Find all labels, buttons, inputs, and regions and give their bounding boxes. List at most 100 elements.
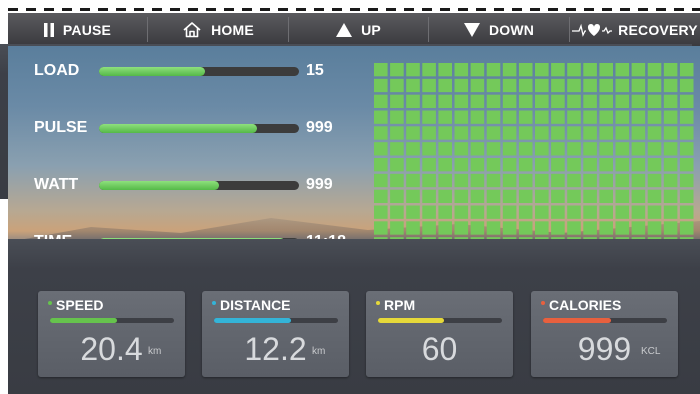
matrix-cell: [615, 126, 630, 140]
matrix-cell: [422, 221, 436, 235]
metric-unit: KCL: [641, 346, 661, 357]
workout-screen: LOAD 15 PULSE 999 WATT 999 TIME 11:18 SP…: [8, 46, 700, 394]
matrix-cell: [647, 221, 662, 235]
matrix-cell: [422, 126, 436, 140]
up-button[interactable]: UP: [289, 13, 428, 46]
matrix-cell: [599, 142, 613, 156]
matrix-cell: [374, 94, 388, 108]
matrix-cell: [470, 205, 485, 219]
matrix-cell: [502, 126, 517, 140]
matrix-cell: [406, 189, 420, 203]
matrix-cell: [535, 142, 549, 156]
home-label: HOME: [211, 21, 254, 38]
matrix-cell: [502, 110, 517, 124]
matrix-cell: [535, 173, 549, 188]
stat-value: 999: [306, 119, 333, 136]
matrix-cell: [663, 173, 678, 188]
matrix-cell: [583, 78, 597, 93]
stat-bar-fill: [99, 124, 257, 133]
matrix-cell: [551, 142, 565, 156]
pause-icon: [43, 22, 54, 37]
matrix-cell: [518, 63, 533, 77]
stat-bar-fill: [99, 67, 205, 76]
metric-label: CALORIES: [549, 297, 622, 313]
matrix-cell: [647, 78, 662, 93]
stat-value: 15: [306, 62, 324, 79]
matrix-cell: [615, 94, 630, 108]
stat-row-pulse: PULSE 999: [8, 116, 368, 140]
matrix-cell: [374, 78, 388, 93]
matrix-cell: [502, 205, 517, 219]
stat-value: 999: [306, 176, 333, 193]
metric-dot: [541, 301, 545, 305]
home-button[interactable]: HOME: [148, 13, 288, 46]
metric-unit: km: [312, 346, 326, 357]
recovery-button[interactable]: RECOVERY: [570, 13, 700, 46]
matrix-cell: [486, 78, 501, 93]
matrix-cell: [647, 142, 662, 156]
matrix-cell: [470, 158, 485, 172]
metric-label: DISTANCE: [220, 297, 291, 313]
matrix-cell: [567, 158, 581, 172]
matrix-cell: [679, 189, 694, 203]
matrix-cell: [374, 110, 388, 124]
matrix-cell: [647, 173, 662, 188]
metric-bar-fill: [378, 318, 444, 323]
matrix-cell: [631, 158, 646, 172]
metrics-panel: SPEED 20.4 km DISTANCE 12.2 km RPM 60 CA…: [8, 239, 700, 394]
matrix-cell: [470, 142, 485, 156]
stat-bar: [99, 181, 299, 190]
matrix-cell: [486, 205, 501, 219]
matrix-cell: [422, 205, 436, 219]
matrix-cell: [422, 94, 436, 108]
matrix-cell: [374, 173, 388, 188]
matrix-cell: [535, 158, 549, 172]
matrix-cell: [390, 158, 404, 172]
metric-bar: [378, 318, 502, 323]
matrix-cell: [406, 221, 420, 235]
matrix-cell: [535, 189, 549, 203]
matrix-cell: [422, 173, 436, 188]
down-button[interactable]: DOWN: [429, 13, 569, 46]
matrix-cell: [390, 78, 404, 93]
matrix-cell: [502, 173, 517, 188]
matrix-cell: [631, 94, 646, 108]
matrix-cell: [438, 63, 452, 77]
matrix-cell: [454, 110, 469, 124]
recovery-label: RECOVERY: [618, 21, 698, 38]
matrix-cell: [679, 63, 694, 77]
matrix-cell: [518, 205, 533, 219]
matrix-cell: [470, 110, 485, 124]
matrix-cell: [502, 221, 517, 235]
stat-label: LOAD: [34, 62, 80, 79]
stat-label: WATT: [34, 176, 79, 193]
heart-pulse-icon: [572, 23, 613, 37]
matrix-cell: [663, 189, 678, 203]
matrix-cell: [486, 63, 501, 77]
matrix-cell: [567, 189, 581, 203]
matrix-cell: [518, 78, 533, 93]
matrix-cell: [518, 94, 533, 108]
pause-button[interactable]: PAUSE: [8, 13, 147, 46]
matrix-cell: [551, 205, 565, 219]
matrix-cell: [518, 221, 533, 235]
matrix-cell: [390, 142, 404, 156]
matrix-cell: [470, 94, 485, 108]
matrix-cell: [663, 158, 678, 172]
matrix-cell: [583, 63, 597, 77]
up-arrow-icon: [336, 22, 353, 37]
matrix-cell: [454, 205, 469, 219]
matrix-cell: [535, 205, 549, 219]
matrix-cell: [679, 142, 694, 156]
matrix-cell: [647, 158, 662, 172]
matrix-cell: [551, 63, 565, 77]
matrix-cell: [631, 205, 646, 219]
matrix-cell: [567, 126, 581, 140]
matrix-cell: [663, 126, 678, 140]
metric-label: RPM: [384, 297, 416, 313]
matrix-cell: [454, 63, 469, 77]
matrix-cell: [438, 110, 452, 124]
matrix-cell: [631, 189, 646, 203]
matrix-cell: [438, 94, 452, 108]
stat-row-watt: WATT 999: [8, 173, 368, 197]
